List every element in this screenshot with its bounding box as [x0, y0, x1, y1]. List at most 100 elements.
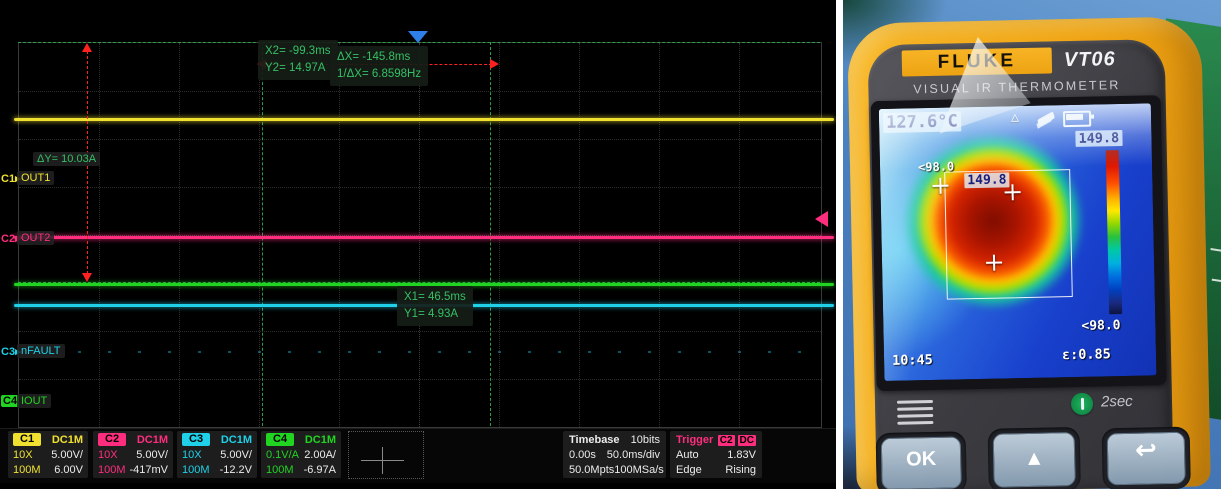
c4-probe: 0.1V/A [266, 448, 300, 461]
up-button[interactable]: ▲ [987, 426, 1081, 489]
c1-offset: 6.00V [54, 463, 83, 476]
gridline [19, 187, 821, 188]
channel-descriptor-c2[interactable]: C2 DC1M 10X 5.00V/ 100M -417mV [93, 431, 173, 478]
c2-coupling: DC1M [136, 433, 168, 446]
timebase-delay: 0.00s [569, 448, 596, 461]
c4-scale: 2.00A/ [304, 448, 336, 461]
max-crosshair-icon [1004, 184, 1021, 201]
c4-marker-label: C4 [3, 395, 18, 407]
timebase-rate: 100MSa/s [614, 463, 664, 476]
x2-value: X2= -99.3ms [265, 45, 331, 57]
temperature-color-scale [1105, 150, 1123, 315]
trigger-source-badge: C2 [717, 434, 735, 446]
trigger-coupling-badge: DC [737, 434, 756, 446]
spot-max-value: 149.8 [964, 172, 1010, 189]
gridline [19, 139, 821, 140]
trigger-level-marker[interactable] [815, 211, 828, 227]
channel-descriptor-c3[interactable]: C3 DC1M 10X 5.00V/ 100M -12.2V [177, 431, 257, 478]
c2-scale: 5.00V/ [136, 448, 168, 461]
channel-descriptor-c1[interactable]: C1 DC1M 10X 5.00V/ 100M 6.00V [8, 431, 88, 478]
cursor-x1-line[interactable] [490, 42, 491, 426]
clock-time: 10:45 [891, 351, 933, 369]
thermometer-photo: FLUKE VT06 VISUAL IR THERMOMETER 127.6°C… [843, 0, 1221, 489]
ok-button-label: OK [880, 436, 962, 489]
up-arrow-icon: ▲ [992, 432, 1076, 488]
c1-probe: 10X [13, 448, 33, 461]
c1-scale: 5.00V/ [51, 448, 83, 461]
c4-coupling: DC1M [304, 433, 336, 446]
cursor-readout-x2y2: X2= -99.3ms Y2= 14.97A [258, 40, 338, 80]
c2-bandwidth: 100M [98, 463, 126, 476]
screen-bezel: 127.6°C △ 149.8 <98.0 <98.0 149.8 10:45 … [870, 95, 1167, 392]
c1-marker-label: C1 [1, 173, 16, 185]
graticule [18, 42, 822, 428]
c3-tab[interactable]: C3 [182, 433, 211, 446]
timebase-memory: 50.0Mpts [569, 463, 615, 476]
c4-tab[interactable]: C4 [266, 433, 295, 446]
c3-marker-label: C3 [1, 346, 16, 358]
back-button[interactable]: ↩ [1101, 426, 1191, 489]
center-temperature: 127.6°C [882, 111, 961, 133]
trigger-title: Trigger [676, 433, 714, 446]
battery-nub [1090, 114, 1095, 119]
preview-crosshair-icon [382, 447, 383, 474]
c4-trace-label: IOUT [17, 394, 52, 408]
min-crosshair-icon [932, 177, 949, 194]
c2-tab[interactable]: C2 [98, 433, 127, 446]
timebase-title: Timebase [569, 433, 620, 446]
oscilloscope-screen: C1▸ C2▸ C3▸ C4 OUT1 OUT2 nFAULT IOUT ΔY=… [0, 0, 836, 489]
timebase-resolution: 10bits [630, 433, 660, 446]
trigger-position-marker[interactable] [408, 31, 428, 43]
trigger-panel[interactable]: Trigger C2 DC Auto 1.83V Edge Rising [670, 431, 762, 478]
timebase-panel[interactable]: Timebase 10bits 0.00s 50.0ms/div 50.0Mpts 1… [563, 431, 666, 478]
cursor-readout-x1y1: X1= 46.5ms Y1= 4.93A [397, 286, 473, 326]
pcb-silkscreen [1211, 278, 1221, 283]
back-arrow-icon: ↩ [1106, 431, 1186, 486]
channel-descriptor-c4[interactable]: C4 DC1M 0.1V/A 2.00A/ 100M -6.97A [261, 431, 341, 478]
c3-offset: -12.2V [219, 463, 252, 476]
c3-coupling: DC1M [220, 433, 252, 446]
c1-coupling: DC1M [51, 433, 83, 446]
vt06-device: FLUKE VT06 VISUAL IR THERMOMETER 127.6°C… [847, 16, 1211, 489]
c2-trace-label: OUT2 [17, 231, 55, 245]
delta-y-arrow-up-icon [82, 43, 92, 52]
gridline [19, 331, 821, 332]
waveform-preview-box[interactable] [348, 431, 424, 479]
ok-button[interactable]: OK [875, 431, 967, 489]
delta-y-readout: ΔY= 10.03A [33, 152, 101, 166]
c3-scale: 5.00V/ [220, 448, 252, 461]
scope-status-bar: C1 DC1M 10X 5.00V/ 100M 6.00V C2 DC1M 10X 5.0… [0, 428, 836, 483]
x1-value: X1= 46.5ms [404, 291, 466, 303]
c3-trace-label: nFAULT [17, 344, 65, 358]
c2-marker-label: C2 [1, 233, 16, 245]
inv-dx-value: 1/ΔX= 6.8598Hz [337, 68, 422, 80]
battery-fill [1065, 113, 1083, 121]
pcb-silkscreen [1210, 248, 1221, 254]
c1-tab[interactable]: C1 [13, 433, 42, 446]
trigger-level: 1.83V [727, 448, 756, 461]
c3-dashed-baseline [18, 351, 820, 353]
scale-max-value: 149.8 [1075, 129, 1123, 147]
trigger-mode: Auto [676, 448, 699, 461]
power-hold-hint: 2sec [1100, 392, 1133, 411]
c2-trace [14, 236, 834, 239]
spot-min-value: <98.0 [917, 159, 955, 175]
y2-value: Y2= 14.97A [265, 62, 326, 74]
emissivity-value: ε:0.85 [1061, 346, 1111, 364]
c2-offset: -417mV [129, 463, 168, 476]
c1-trace [14, 118, 834, 121]
gridline [19, 91, 821, 92]
c3-probe: 10X [182, 448, 202, 461]
delta-x-arrow-right-icon [490, 59, 499, 69]
gridline [19, 379, 821, 380]
c3-bandwidth: 100M [182, 463, 210, 476]
c4-offset: -6.97A [303, 463, 336, 476]
screenshot-canvas: C1▸ C2▸ C3▸ C4 OUT1 OUT2 nFAULT IOUT ΔY=… [0, 0, 1221, 489]
trigger-type: Edge [676, 463, 702, 476]
c4-bandwidth: 100M [266, 463, 294, 476]
trigger-slope: Rising [725, 463, 756, 476]
dx-value: ΔX= -145.8ms [337, 51, 411, 63]
delta-y-arrow-down-icon [82, 273, 92, 282]
torch-icon [1037, 111, 1055, 127]
cursor-x2-line[interactable] [262, 42, 263, 426]
